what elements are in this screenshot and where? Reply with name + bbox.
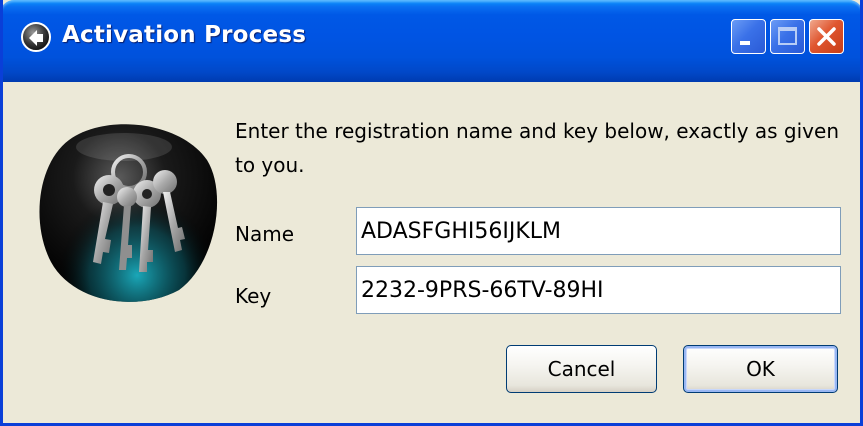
keys-icon [39, 124, 218, 302]
key-label: Key [235, 284, 272, 308]
ok-button[interactable]: OK [683, 345, 838, 393]
minimize-button[interactable] [731, 19, 766, 54]
key-input[interactable] [356, 266, 841, 314]
instructions-text: Enter the registration name and key belo… [235, 119, 839, 177]
cancel-button[interactable]: Cancel [506, 345, 657, 393]
name-input[interactable] [356, 207, 841, 255]
minimize-icon [740, 41, 750, 45]
name-label: Name [235, 222, 295, 246]
title-bar[interactable]: Activation Process [3, 0, 860, 82]
close-button[interactable] [809, 19, 844, 54]
activation-dialog: Activation Process Enter the registratio… [0, 0, 863, 426]
globe-arrow-icon [21, 22, 51, 52]
maximize-icon [778, 27, 797, 45]
close-icon [817, 27, 836, 46]
maximize-button[interactable] [770, 19, 805, 54]
window-title: Activation Process [62, 22, 307, 48]
